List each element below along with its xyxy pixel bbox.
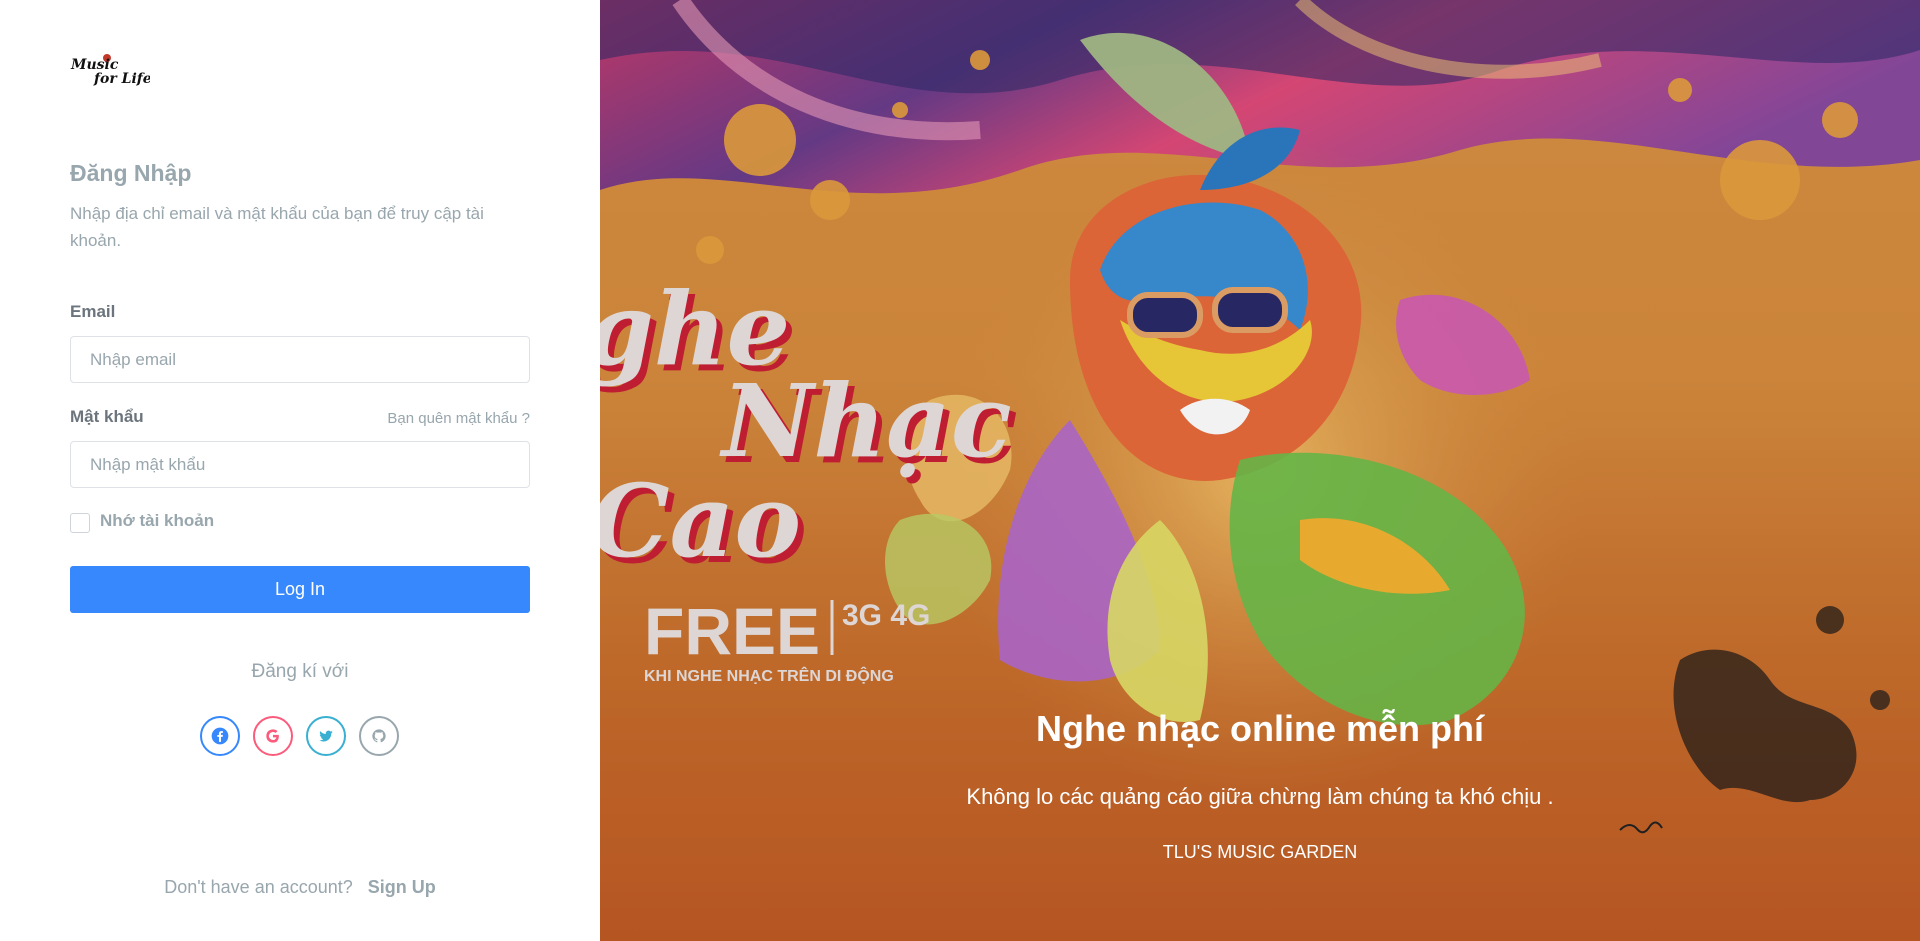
twitter-icon: [319, 730, 333, 742]
brand-logo[interactable]: Music for Life: [70, 52, 152, 88]
signup-with-text: Đăng kí với: [251, 661, 349, 682]
auth-panel: Music for Life Đăng Nhập Nhập địa chỉ em…: [0, 0, 600, 941]
signup-link[interactable]: Sign Up: [368, 877, 436, 897]
password-label: Mật khẩu: [70, 407, 144, 426]
signup-footer: Don't have an account? Sign Up: [0, 877, 600, 898]
svg-text:for Life: for Life: [93, 71, 150, 87]
remember-label[interactable]: Nhớ tài khoản: [100, 511, 214, 531]
no-account-text: Don't have an account?: [164, 877, 353, 897]
music-for-life-logo-icon: Music for Life: [70, 54, 152, 87]
hero-credit: TLU'S MUSIC GARDEN: [1162, 842, 1358, 862]
email-input[interactable]: [70, 336, 530, 383]
github-icon: [372, 729, 386, 743]
google-button[interactable]: [253, 716, 293, 756]
social-buttons: [200, 716, 400, 758]
github-button[interactable]: [359, 716, 399, 756]
forgot-password-link[interactable]: Bạn quên mật khẩu ?: [387, 410, 530, 427]
page-subtitle: Nhập địa chỉ email và mật khẩu của bạn đ…: [70, 204, 484, 250]
login-button[interactable]: Log In: [70, 566, 530, 613]
hero-banner: ghe ghe Nhạc Nhạc Cao Cao FREE 3G 4G KHI…: [600, 0, 1920, 941]
facebook-icon: [211, 727, 229, 745]
password-input[interactable]: [70, 441, 530, 488]
hero-title: Nghe nhạc online mễn phí: [1035, 708, 1485, 749]
google-icon: [266, 729, 279, 743]
page-title: Đăng Nhập: [70, 160, 192, 186]
twitter-button[interactable]: [306, 716, 346, 756]
email-label: Email: [70, 302, 116, 321]
remember-checkbox[interactable]: [70, 513, 90, 533]
hero-subtitle: Không lo các quảng cáo giữa chừng làm ch…: [966, 784, 1554, 809]
facebook-button[interactable]: [200, 716, 240, 756]
